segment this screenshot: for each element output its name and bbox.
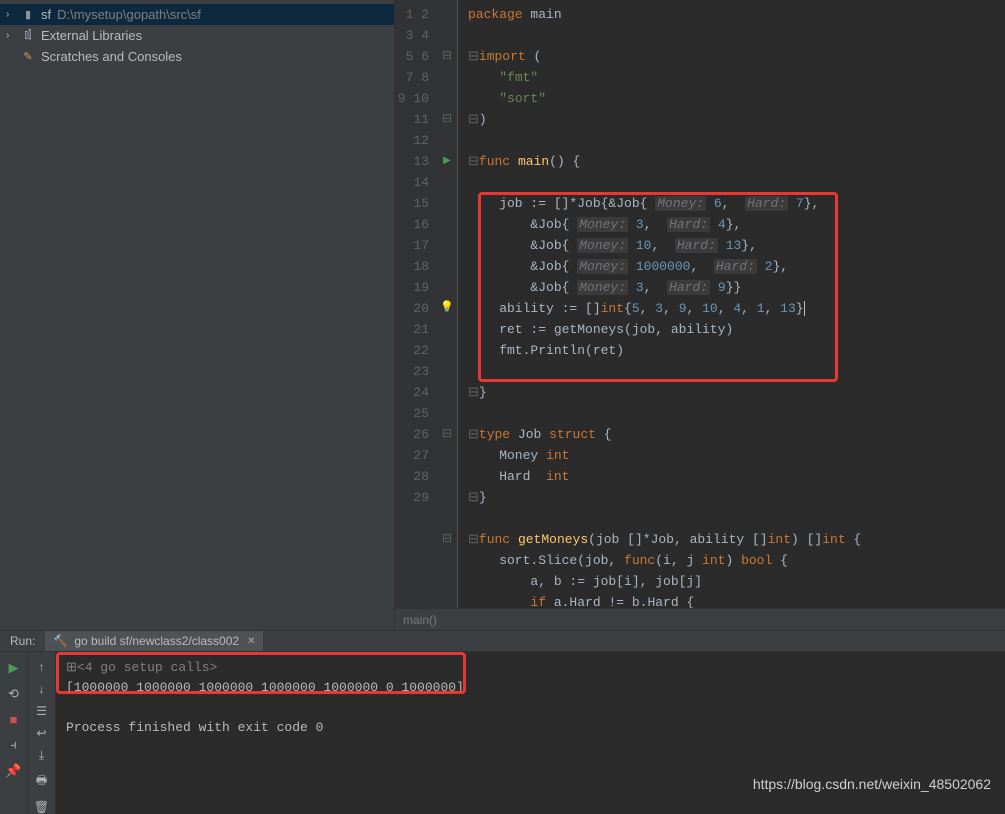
- project-root-row[interactable]: › ▮ sf D:\mysetup\gopath\src\sf: [0, 4, 394, 25]
- stop-icon[interactable]: ■: [10, 712, 18, 727]
- glyph-gutter: ⊟ ⊟ ▶ 💡 ⊟ ⊟: [437, 0, 458, 608]
- step-icon[interactable]: ⟲: [8, 686, 19, 702]
- console-setup-line: ⊞<4 go setup calls>: [66, 658, 995, 678]
- run-gutter-icon[interactable]: ▶: [437, 151, 457, 172]
- layout-icon[interactable]: ⫞: [10, 737, 17, 753]
- console-exit-line: Process finished with exit code 0: [66, 718, 995, 738]
- wrap-icon[interactable]: ↩: [36, 726, 46, 740]
- pin-icon[interactable]: 📌: [5, 763, 21, 779]
- scratches-icon: ✎: [20, 49, 36, 65]
- code-area[interactable]: package main ⊟import ( "fmt" "sort" ⊟) ⊟…: [458, 0, 1005, 608]
- bulb-icon[interactable]: 💡: [437, 298, 457, 319]
- chevron-right-icon[interactable]: ›: [6, 30, 16, 41]
- breadcrumb[interactable]: main(): [395, 608, 1005, 630]
- tree-icon[interactable]: ☰: [36, 704, 47, 718]
- close-icon[interactable]: ✕: [247, 636, 255, 647]
- down-icon[interactable]: ↓: [39, 682, 45, 696]
- external-libraries-row[interactable]: › ⫾⫿ External Libraries: [0, 25, 394, 46]
- project-root-path: D:\mysetup\gopath\src\sf: [57, 7, 201, 22]
- hammer-icon: 🔨: [53, 634, 68, 648]
- editor: 1 2 3 4 5 6 7 8 9 10 11 12 13 14 15 16 1…: [395, 0, 1005, 630]
- scroll-icon[interactable]: ⤓: [39, 748, 44, 763]
- external-libraries-label: External Libraries: [41, 28, 142, 43]
- run-label: Run:: [10, 634, 35, 648]
- library-icon: ⫾⫿: [20, 28, 36, 44]
- highlight-box-code: [478, 192, 838, 382]
- trash-icon[interactable]: 🗑: [34, 800, 49, 814]
- main-area: › ▮ sf D:\mysetup\gopath\src\sf › ⫾⫿ Ext…: [0, 0, 1005, 630]
- chevron-right-icon[interactable]: ›: [6, 9, 16, 20]
- run-config-name: go build sf/newclass2/class002: [74, 634, 239, 648]
- project-sidebar: › ▮ sf D:\mysetup\gopath\src\sf › ⫾⫿ Ext…: [0, 0, 395, 630]
- print-icon[interactable]: 🖶: [36, 771, 47, 792]
- run-icon[interactable]: ▶: [9, 660, 19, 676]
- scratches-label: Scratches and Consoles: [41, 49, 182, 64]
- run-toolbar-secondary: ↑ ↓ ☰ ↩ ⤓ 🖶 🗑: [28, 652, 56, 814]
- run-header: Run: 🔨 go build sf/newclass2/class002 ✕: [0, 631, 1005, 652]
- code-wrap: 1 2 3 4 5 6 7 8 9 10 11 12 13 14 15 16 1…: [395, 0, 1005, 608]
- run-toolbar-primary: ▶ ⟲ ■ ⫞ 📌: [0, 652, 28, 814]
- run-config-tab[interactable]: 🔨 go build sf/newclass2/class002 ✕: [45, 631, 263, 651]
- scratches-row[interactable]: ✎ Scratches and Consoles: [0, 46, 394, 67]
- folder-icon: ▮: [20, 7, 36, 23]
- project-root-label: sf: [41, 7, 51, 22]
- line-number-gutter: 1 2 3 4 5 6 7 8 9 10 11 12 13 14 15 16 1…: [395, 0, 437, 608]
- console-result-line: [1000000 1000000 1000000 1000000 1000000…: [66, 678, 995, 698]
- watermark: https://blog.csdn.net/weixin_48502062: [753, 776, 991, 792]
- up-icon[interactable]: ↑: [39, 660, 45, 674]
